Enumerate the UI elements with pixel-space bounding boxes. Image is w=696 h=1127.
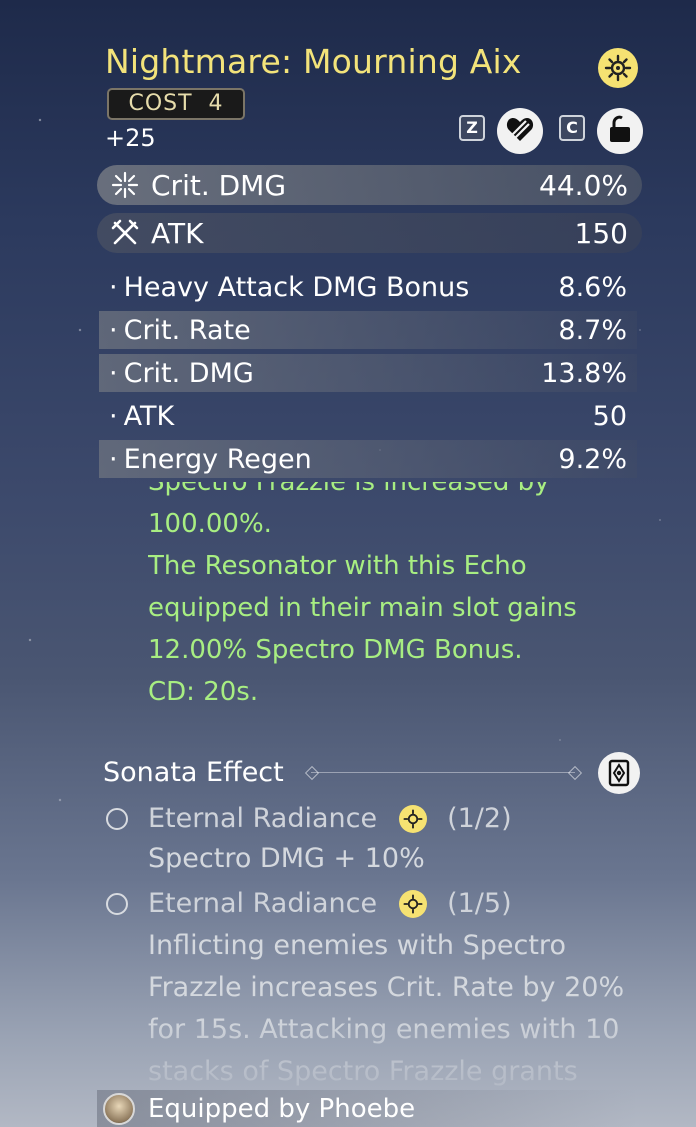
sub-stat-value: 50 bbox=[592, 400, 627, 432]
set-description: Spectro DMG + 10% bbox=[148, 843, 425, 874]
sub-stat-label: Crit. DMG bbox=[123, 357, 254, 389]
skill-effect-scroll[interactable]: Spectro Frazzle is increased by 100.00%.… bbox=[148, 482, 648, 730]
equipped-by-bar[interactable]: Equipped by Phoebe bbox=[97, 1090, 637, 1127]
sub-stat-value: 13.8% bbox=[541, 357, 627, 389]
sonata-effect-heading: Sonata Effect bbox=[103, 757, 284, 788]
padlock-icon bbox=[608, 115, 632, 147]
effect-line: CD: 20s. bbox=[148, 677, 259, 707]
effect-line: 12.00% Spectro DMG Bonus. bbox=[148, 635, 523, 665]
key-hint-c: C bbox=[559, 115, 585, 141]
effect-line: 100.00%. bbox=[148, 509, 272, 539]
set-description-line: Inflicting enemies with Spectro bbox=[148, 930, 566, 961]
broken-heart-icon bbox=[506, 116, 534, 146]
equipped-by-text: Equipped by Phoebe bbox=[148, 1093, 416, 1124]
sub-stat-row: · Energy Regen 9.2% bbox=[99, 440, 637, 478]
sonata-set-row: Eternal Radiance (1/5) bbox=[106, 888, 512, 919]
spectro-sun-icon bbox=[399, 804, 428, 833]
set-radio bbox=[106, 807, 128, 830]
crossed-swords-icon bbox=[111, 219, 139, 247]
cost-badge: COST 4 bbox=[107, 88, 245, 120]
bullet: · bbox=[109, 314, 118, 346]
main-stat-crit-dmg: Crit. DMG 44.0% bbox=[97, 165, 642, 205]
set-description-line: for 15s. Attacking enemies with 10 bbox=[148, 1014, 620, 1045]
main-stat-atk: ATK 150 bbox=[97, 213, 642, 253]
main-stat-label: ATK bbox=[151, 216, 204, 250]
sub-stat-label: Energy Regen bbox=[123, 443, 312, 475]
set-radio bbox=[106, 892, 128, 915]
sub-stat-row: · Heavy Attack DMG Bonus 8.6% bbox=[99, 268, 637, 306]
sub-stat-label: ATK bbox=[123, 400, 175, 432]
divider-diamond bbox=[304, 765, 320, 781]
bullet: · bbox=[109, 400, 118, 432]
sub-stat-row: · Crit. Rate 8.7% bbox=[99, 311, 637, 349]
cost-label: COST bbox=[128, 91, 193, 116]
effect-line: The Resonator with this Echo bbox=[148, 551, 527, 581]
main-stat-label: Crit. DMG bbox=[151, 168, 287, 202]
set-count: (1/2) bbox=[447, 803, 512, 834]
sub-stat-row: · ATK 50 bbox=[99, 397, 637, 435]
spectro-sun-icon bbox=[399, 889, 428, 918]
avatar bbox=[103, 1092, 135, 1125]
sub-stat-row: · Crit. DMG 13.8% bbox=[99, 354, 637, 392]
sonata-divider bbox=[311, 772, 575, 773]
sub-stat-value: 8.7% bbox=[558, 314, 627, 346]
lock-button[interactable] bbox=[597, 108, 643, 154]
divider-diamond bbox=[567, 765, 583, 781]
set-description-line: stacks of Spectro Frazzle grants bbox=[148, 1056, 578, 1087]
effect-line: Spectro Frazzle is increased by bbox=[148, 482, 550, 497]
key-hint-z: Z bbox=[459, 115, 485, 141]
set-description-line: Frazzle increases Crit. Rate by 20% bbox=[148, 972, 625, 1003]
bullet: · bbox=[109, 357, 118, 389]
echo-name: Nightmare: Mourning Aix bbox=[105, 42, 522, 81]
sub-stat-value: 8.6% bbox=[558, 271, 627, 303]
set-count: (1/5) bbox=[447, 888, 512, 919]
discard-button[interactable] bbox=[497, 108, 543, 154]
skill-effect-text: Spectro Frazzle is increased by 100.00%.… bbox=[148, 482, 577, 713]
echo-level: +25 bbox=[105, 124, 156, 152]
sub-stat-label: Heavy Attack DMG Bonus bbox=[123, 271, 470, 303]
bullet: · bbox=[109, 443, 118, 475]
set-description-scroll[interactable]: Inflicting enemies with Spectro Frazzle … bbox=[148, 925, 668, 1089]
bullet: · bbox=[109, 271, 118, 303]
cost-value: 4 bbox=[208, 91, 224, 116]
main-stat-value: 150 bbox=[574, 216, 628, 250]
sonata-set-row: Eternal Radiance (1/2) bbox=[106, 803, 512, 834]
spectro-sun-icon bbox=[598, 48, 638, 88]
set-name: Eternal Radiance bbox=[148, 888, 378, 919]
set-name: Eternal Radiance bbox=[148, 803, 378, 834]
sub-stat-label: Crit. Rate bbox=[123, 314, 251, 346]
sonata-card-icon[interactable] bbox=[598, 752, 640, 794]
sub-stat-value: 9.2% bbox=[558, 443, 627, 475]
crit-burst-icon bbox=[111, 171, 139, 199]
effect-line: equipped in their main slot gains bbox=[148, 593, 577, 623]
main-stat-value: 44.0% bbox=[539, 168, 628, 202]
